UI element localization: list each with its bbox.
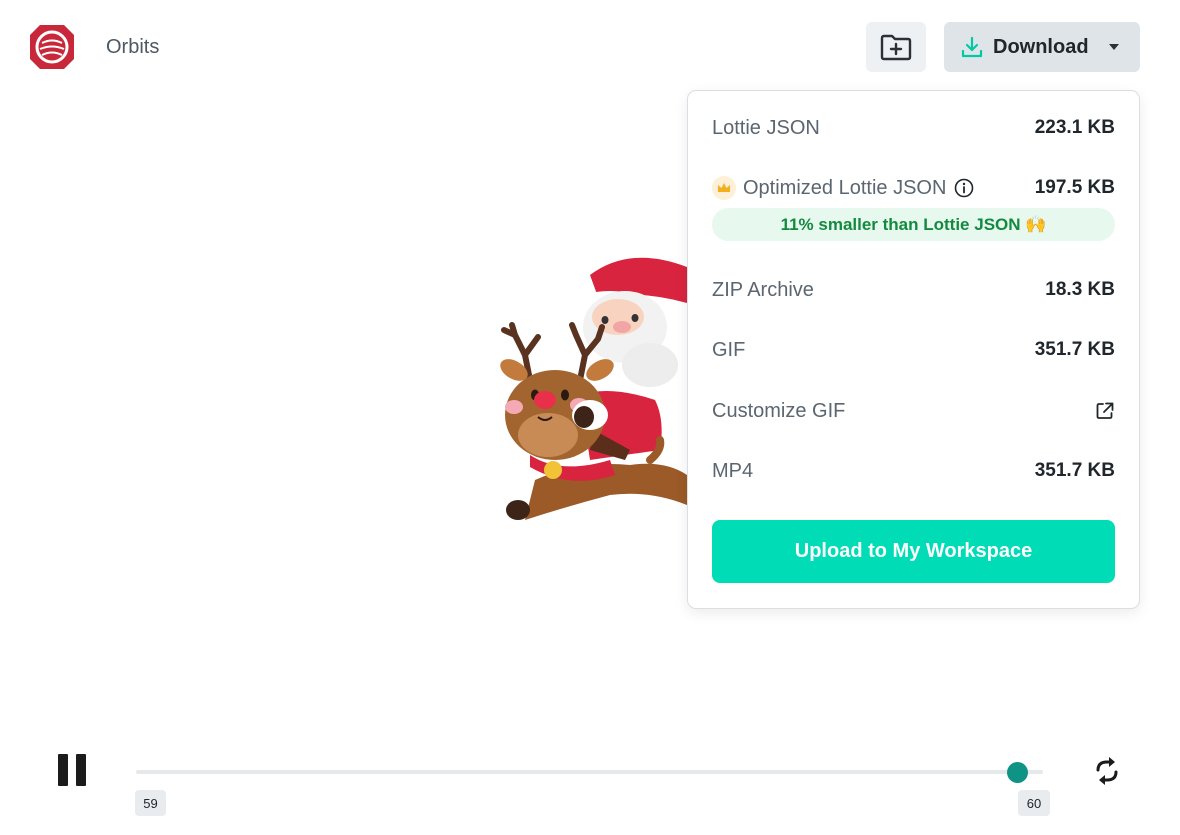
app-logo[interactable] [30,25,74,69]
download-option-customize-gif[interactable]: Customize GIF [712,396,1115,426]
download-option-mp4[interactable]: MP4 351.7 KB [712,456,1115,486]
download-label: Download [993,35,1089,58]
option-label: GIF [712,338,746,361]
option-label: Customize GIF [712,399,846,422]
download-option-gif[interactable]: GIF 351.7 KB [712,335,1115,365]
animation-title: Orbits [106,36,160,58]
option-size: 351.7 KB [1034,339,1115,360]
pause-icon[interactable] [58,754,88,786]
download-icon [961,36,983,58]
caret-down-icon [1108,41,1120,53]
option-size: 197.5 KB [1034,177,1115,198]
option-size: 351.7 KB [1034,460,1115,481]
option-size: 223.1 KB [1034,117,1115,138]
option-label: Optimized Lottie JSON [743,176,947,199]
download-option-zip-archive[interactable]: ZIP Archive 18.3 KB [712,275,1115,305]
download-button[interactable]: Download [944,22,1140,72]
frame-end-label: 60 [1018,790,1050,816]
frame-start-label: 59 [135,790,166,816]
option-label: ZIP Archive [712,278,814,301]
loop-icon[interactable] [1093,756,1121,786]
crown-icon [712,176,736,200]
download-option-optimized-lottie-json[interactable]: Optimized Lottie JSON 197.5 KB [712,173,1115,203]
frame-slider-track[interactable] [136,770,1043,774]
option-size: 18.3 KB [1045,279,1115,300]
info-icon[interactable] [954,178,974,198]
option-label: Lottie JSON [712,116,820,139]
save-to-folder-button[interactable] [866,22,926,72]
frame-slider-thumb[interactable] [1007,762,1028,783]
option-label: MP4 [712,459,754,482]
folder-plus-icon [880,34,912,61]
animation-preview [490,245,687,530]
download-option-lottie-json[interactable]: Lottie JSON 223.1 KB [712,113,1115,143]
upload-to-workspace-button[interactable]: Upload to My Workspace [712,520,1115,583]
download-dropdown: Lottie JSON 223.1 KB Optimized Lottie JS… [687,90,1140,609]
size-savings-badge: 11% smaller than Lottie JSON 🙌 [712,208,1115,241]
external-link-icon [1095,401,1115,421]
